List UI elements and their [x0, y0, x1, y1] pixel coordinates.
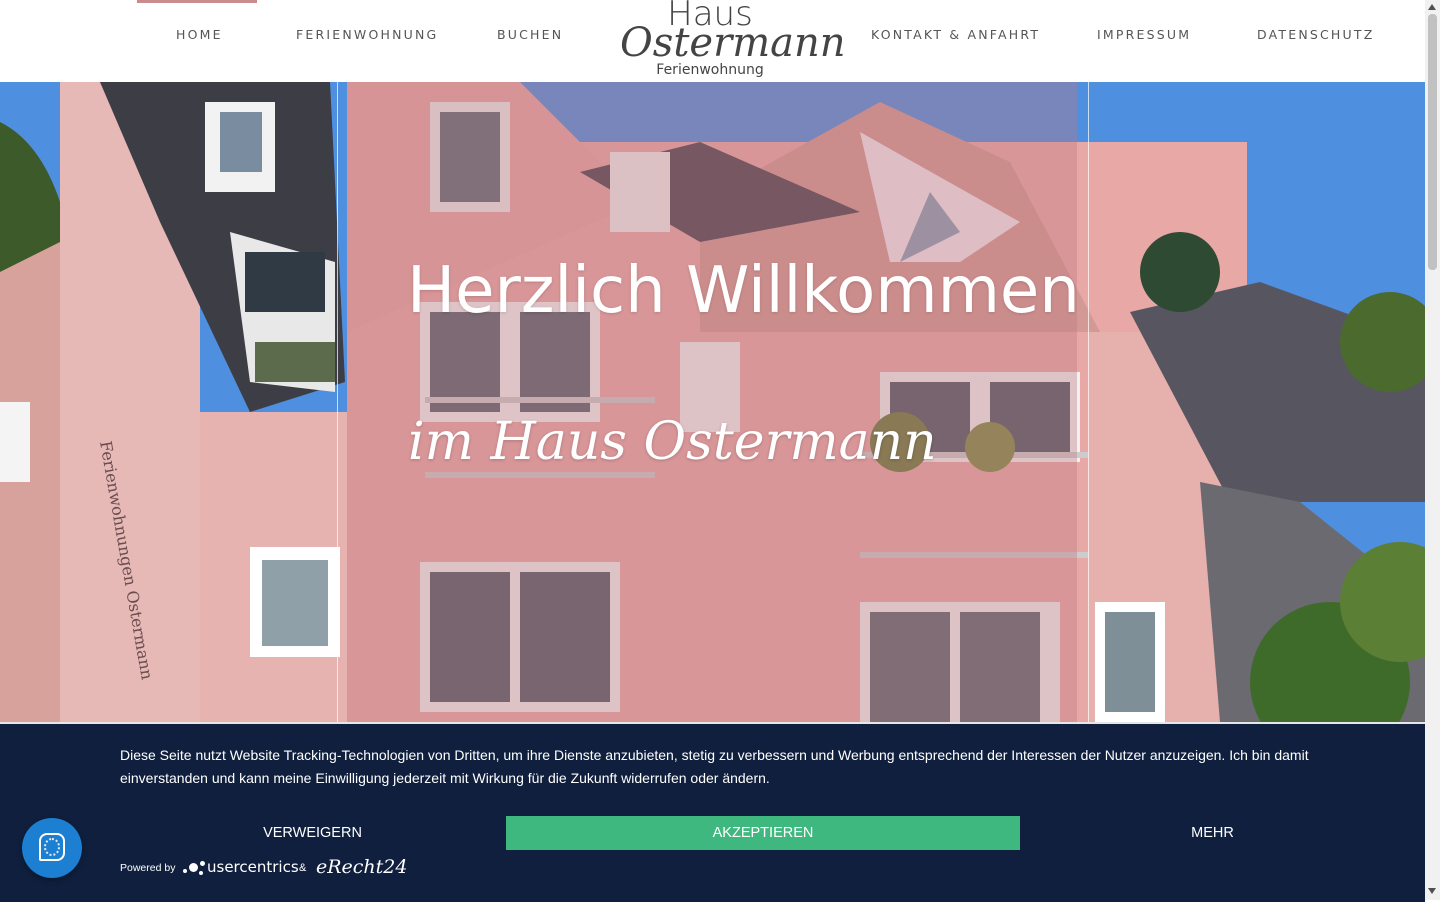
- page-scrollbar[interactable]: [1425, 0, 1440, 900]
- hero-subtitle: im Haus Ostermann: [408, 412, 937, 472]
- cookie-banner: Diese Seite nutzt Website Tracking-Techn…: [0, 722, 1425, 902]
- scroll-thumb[interactable]: [1428, 14, 1437, 270]
- nav-buchen[interactable]: BUCHEN: [497, 27, 563, 42]
- deny-button[interactable]: VERWEIGERN: [120, 816, 505, 850]
- hero-divider-right: [1088, 82, 1089, 722]
- logo-ostermann: Ostermann: [620, 20, 846, 66]
- usercentrics-dots-icon: [183, 860, 207, 875]
- site-header: HOME FERIENWOHNUNG BUCHEN Haus Ostermann…: [0, 0, 1425, 82]
- usercentrics-logo[interactable]: usercentrics: [183, 858, 299, 876]
- nav-datenschutz[interactable]: DATENSCHUTZ: [1257, 27, 1374, 42]
- usercentrics-text: usercentrics: [207, 858, 299, 876]
- nav-ferienwohnung[interactable]: FERIENWOHNUNG: [296, 27, 438, 42]
- privacy-settings-button[interactable]: [22, 818, 82, 878]
- site-logo[interactable]: Haus Ostermann Ferienwohnung: [620, 0, 846, 84]
- scroll-up-arrow-icon[interactable]: [1428, 4, 1436, 10]
- nav-kontakt-anfahrt[interactable]: KONTAKT & ANFAHRT: [871, 27, 1040, 42]
- erecht24-logo[interactable]: eRecht24: [316, 856, 407, 878]
- powered-by-label: Powered by: [120, 862, 176, 874]
- scroll-down-arrow-icon[interactable]: [1428, 888, 1436, 894]
- nav-active-indicator: [137, 0, 257, 3]
- fingerprint-icon: [44, 838, 60, 856]
- more-button[interactable]: MEHR: [1020, 816, 1405, 850]
- accept-button[interactable]: AKZEPTIEREN: [506, 816, 1020, 850]
- hero-divider-left: [337, 82, 338, 722]
- hero-overlay: [347, 82, 1077, 722]
- nav-impressum[interactable]: IMPRESSUM: [1097, 27, 1191, 42]
- hero-section: Ferienwohnungen Ostermann Herzlich Willk…: [0, 82, 1425, 722]
- hero-title: Herzlich Willkommen: [407, 254, 1080, 328]
- cookie-text: Diese Seite nutzt Website Tracking-Techn…: [120, 747, 1309, 786]
- nav-home[interactable]: HOME: [176, 27, 223, 42]
- ampersand: &: [299, 862, 307, 874]
- logo-ferienwohnung: Ferienwohnung: [656, 62, 764, 78]
